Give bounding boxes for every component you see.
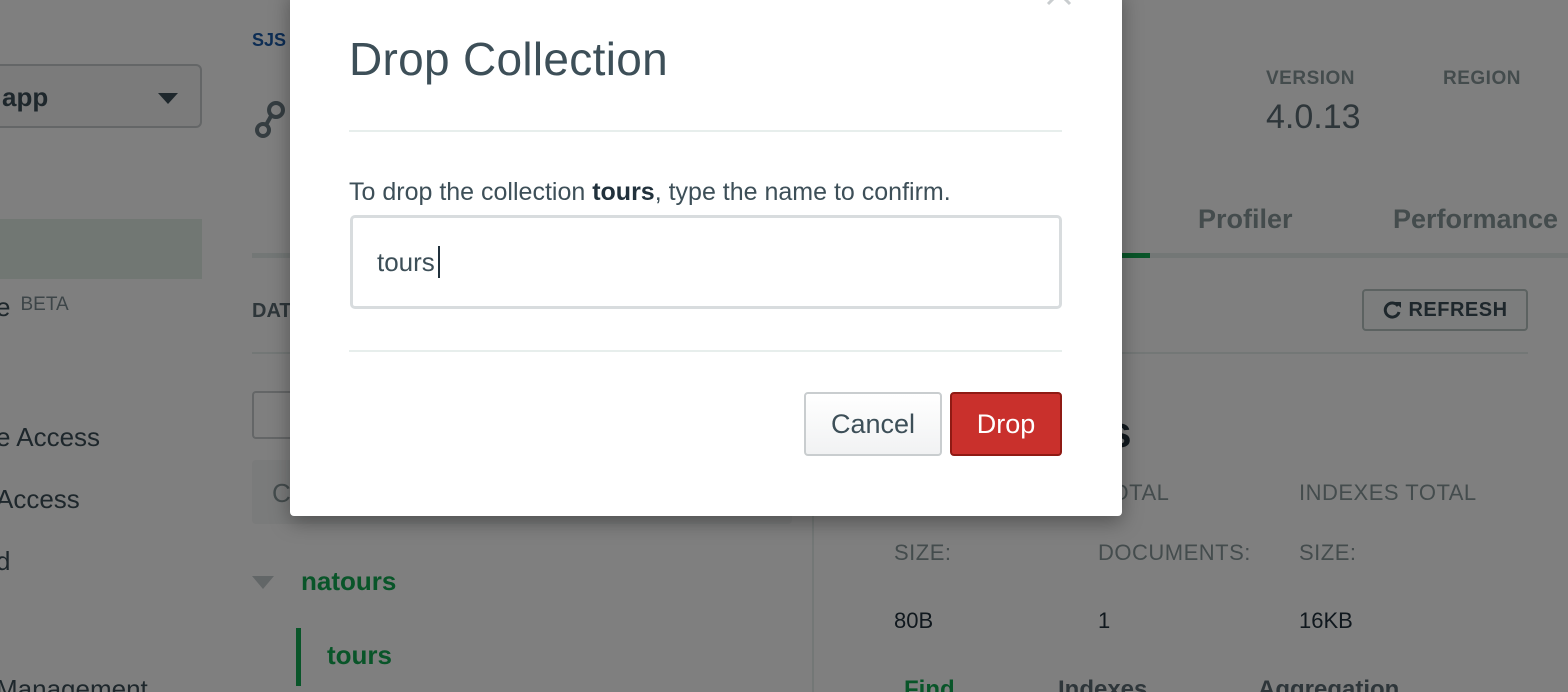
close-icon[interactable] [1044,0,1074,10]
text-cursor [438,246,440,278]
drop-button[interactable]: Drop [950,392,1062,456]
message-collection-name: tours [592,178,655,206]
message-prefix: To drop the collection [349,178,593,206]
dialog-divider-bottom [349,350,1062,352]
dialog-divider-top [349,130,1062,132]
cancel-button[interactable]: Cancel [804,392,942,456]
message-suffix: , type the name to confirm. [654,178,951,206]
dialog-message: To drop the collection tours, type the n… [349,178,951,207]
drop-collection-dialog: Drop Collection To drop the collection t… [290,0,1122,516]
confirm-name-input[interactable] [350,215,1062,309]
dialog-title: Drop Collection [349,33,668,85]
